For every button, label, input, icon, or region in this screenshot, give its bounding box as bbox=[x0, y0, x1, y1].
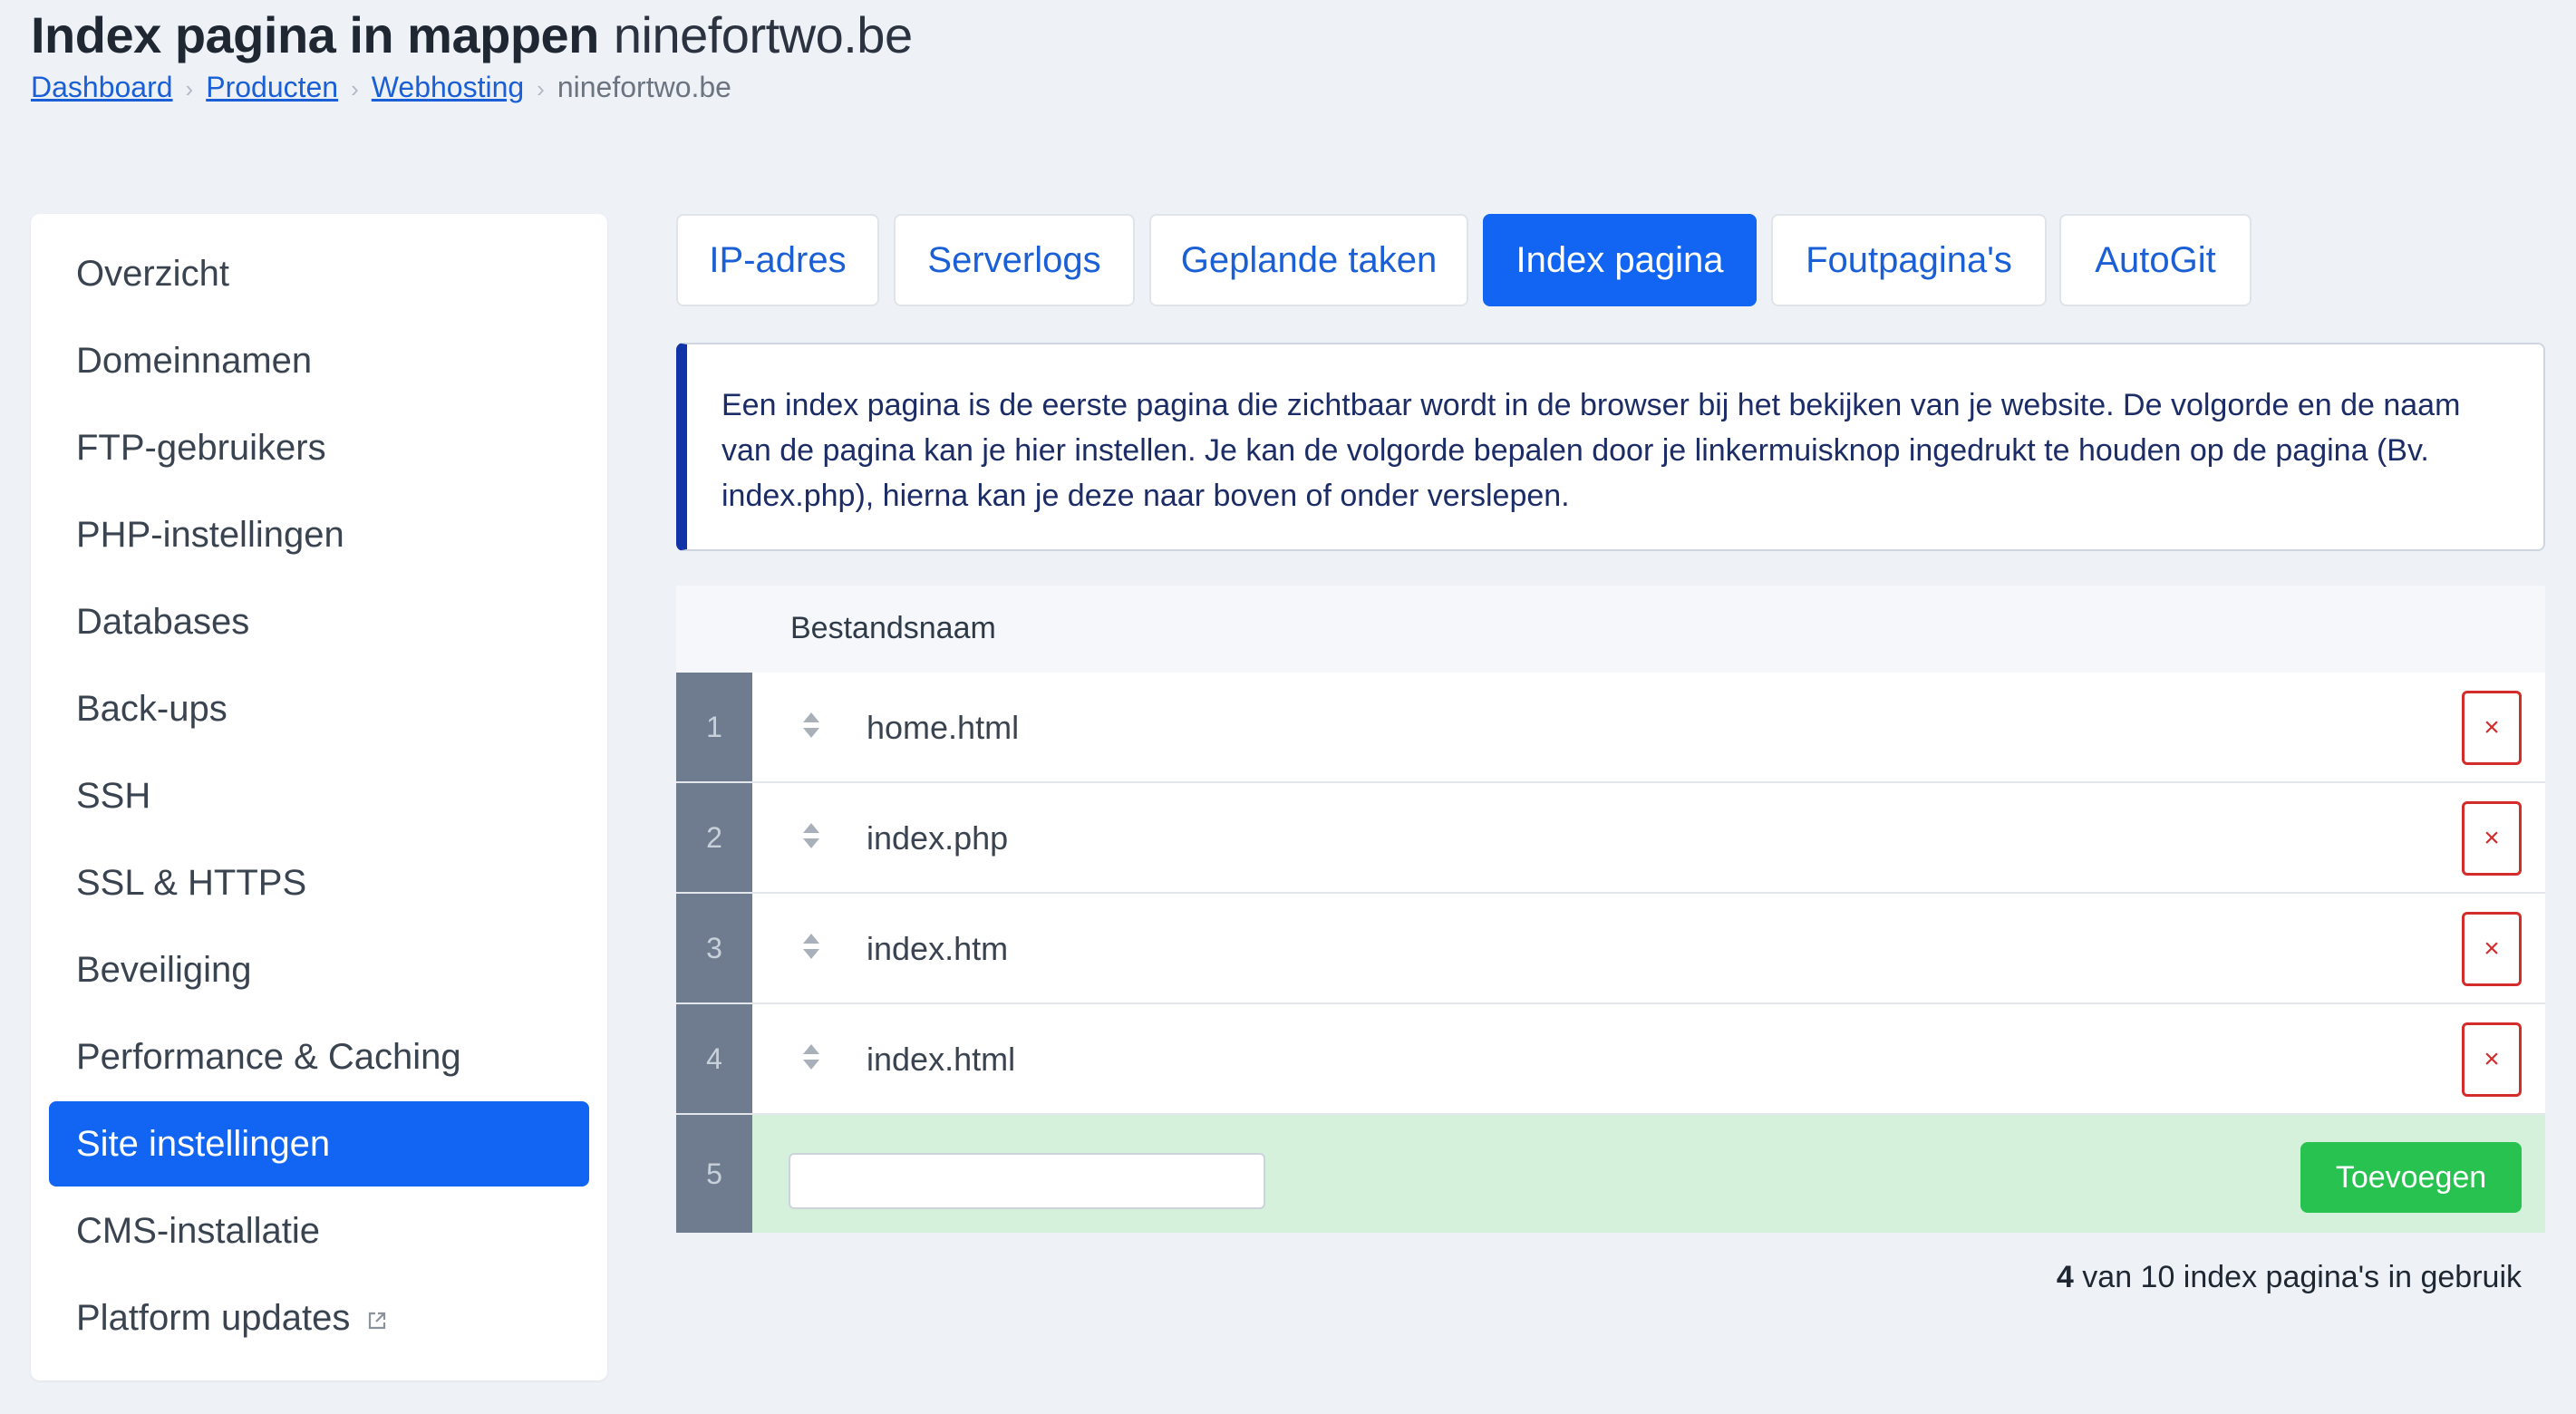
sidebar-item-label: Platform updates bbox=[76, 1298, 351, 1338]
breadcrumb-link-webhosting[interactable]: Webhosting bbox=[372, 71, 524, 103]
sidebar-item-overzicht[interactable]: Overzicht bbox=[49, 231, 589, 316]
breadcrumb-separator-icon: › bbox=[351, 75, 359, 102]
page-title-domain: ninefortwo.be bbox=[613, 6, 913, 63]
page-title-text: Index pagina in mappen bbox=[31, 6, 599, 63]
sidebar-item-domeinnamen[interactable]: Domeinnamen bbox=[49, 318, 589, 403]
breadcrumb: Dashboard › Producten › Webhosting › ninefortw… bbox=[31, 71, 731, 104]
breadcrumb-link-producten[interactable]: Producten bbox=[206, 71, 338, 103]
table-row[interactable]: 3 index.htm × bbox=[676, 894, 2545, 1004]
tab-index-pagina[interactable]: Index pagina bbox=[1483, 214, 1757, 306]
sidebar-item-label: FTP-gebruikers bbox=[76, 428, 326, 468]
file-name: index.htm bbox=[867, 930, 1009, 967]
sidebar-item-ssl-https[interactable]: SSL & HTTPS bbox=[49, 840, 589, 925]
sidebar-item-php-instellingen[interactable]: PHP-instellingen bbox=[49, 492, 589, 577]
sidebar-item-beveiliging[interactable]: Beveiliging bbox=[49, 927, 589, 1012]
sidebar-item-cms-installatie[interactable]: CMS-installatie bbox=[49, 1188, 589, 1274]
sidebar-item-label: Back-ups bbox=[76, 689, 228, 729]
sidebar-item-label: Databases bbox=[76, 602, 250, 642]
tab-autogit[interactable]: AutoGit bbox=[2059, 214, 2252, 306]
sidebar-item-label: CMS-installatie bbox=[76, 1211, 320, 1251]
sidebar-item-label: Beveiliging bbox=[76, 950, 252, 990]
external-link-icon bbox=[366, 1277, 388, 1362]
drag-handle-icon[interactable] bbox=[801, 1042, 821, 1076]
page-title: Index pagina in mappen ninefortwo.be bbox=[31, 5, 913, 64]
breadcrumb-current: ninefortwo.be bbox=[557, 71, 731, 103]
usage-counter: 4 van 10 index pagina's in gebruik bbox=[2057, 1260, 2522, 1295]
breadcrumb-separator-icon: › bbox=[537, 75, 545, 102]
table-row[interactable]: 2 index.php × bbox=[676, 783, 2545, 894]
breadcrumb-separator-icon: › bbox=[185, 75, 194, 102]
sidebar-item-label: PHP-instellingen bbox=[76, 515, 344, 555]
row-number: 5 bbox=[676, 1115, 752, 1233]
file-name: index.php bbox=[867, 819, 1009, 857]
row-number: 4 bbox=[676, 1004, 752, 1113]
usage-text: van 10 index pagina's in gebruik bbox=[2082, 1260, 2522, 1294]
table-row[interactable]: 4 index.html × bbox=[676, 1004, 2545, 1115]
sidebar: Overzicht Domeinnamen FTP-gebruikers PHP… bbox=[31, 214, 607, 1380]
drag-handle-icon[interactable] bbox=[801, 821, 821, 855]
index-pages-table: Bestandsnaam 1 home.html × 2 index.php ×… bbox=[676, 586, 2545, 1233]
file-name: home.html bbox=[867, 709, 1020, 746]
sidebar-item-label: Performance & Caching bbox=[76, 1037, 461, 1077]
delete-button[interactable]: × bbox=[2462, 691, 2522, 765]
column-header-bestandsnaam: Bestandsnaam bbox=[790, 611, 996, 645]
row-number: 1 bbox=[676, 673, 752, 781]
delete-button[interactable]: × bbox=[2462, 912, 2522, 986]
sidebar-item-ssh[interactable]: SSH bbox=[49, 753, 589, 838]
info-alert: Een index pagina is de eerste pagina die… bbox=[676, 343, 2545, 551]
sidebar-item-label: Domeinnamen bbox=[76, 341, 313, 381]
tab-foutpaginas[interactable]: Foutpagina's bbox=[1771, 214, 2047, 306]
sidebar-item-ftp-gebruikers[interactable]: FTP-gebruikers bbox=[49, 405, 589, 490]
sidebar-item-back-ups[interactable]: Back-ups bbox=[49, 666, 589, 751]
delete-button[interactable]: × bbox=[2462, 1022, 2522, 1097]
sidebar-item-label: Site instellingen bbox=[76, 1124, 331, 1164]
sidebar-item-label: SSH bbox=[76, 776, 151, 816]
table-row[interactable]: 1 home.html × bbox=[676, 673, 2545, 783]
delete-button[interactable]: × bbox=[2462, 801, 2522, 876]
tab-ip-adres[interactable]: IP-adres bbox=[676, 214, 879, 306]
usage-count: 4 bbox=[2056, 1260, 2074, 1294]
row-number: 3 bbox=[676, 894, 752, 1002]
sidebar-item-performance-caching[interactable]: Performance & Caching bbox=[49, 1014, 589, 1099]
drag-handle-icon[interactable] bbox=[801, 932, 821, 965]
tab-serverlogs[interactable]: Serverlogs bbox=[894, 214, 1135, 306]
sidebar-item-label: SSL & HTTPS bbox=[76, 863, 307, 903]
sidebar-item-site-instellingen[interactable]: Site instellingen bbox=[49, 1101, 589, 1186]
row-number: 2 bbox=[676, 783, 752, 892]
drag-handle-icon[interactable] bbox=[801, 711, 821, 744]
add-row: 5 Toevoegen bbox=[676, 1115, 2545, 1233]
table-header: Bestandsnaam bbox=[676, 586, 2545, 673]
sidebar-item-label: Overzicht bbox=[76, 254, 229, 294]
tab-geplande-taken[interactable]: Geplande taken bbox=[1149, 214, 1468, 306]
filename-input[interactable] bbox=[789, 1153, 1265, 1209]
add-button[interactable]: Toevoegen bbox=[2300, 1142, 2522, 1213]
file-name: index.html bbox=[867, 1041, 1016, 1078]
info-text: Een index pagina is de eerste pagina die… bbox=[721, 388, 2461, 513]
breadcrumb-link-dashboard[interactable]: Dashboard bbox=[31, 71, 173, 103]
sidebar-item-databases[interactable]: Databases bbox=[49, 579, 589, 664]
sidebar-item-platform-updates[interactable]: Platform updates bbox=[49, 1275, 589, 1361]
